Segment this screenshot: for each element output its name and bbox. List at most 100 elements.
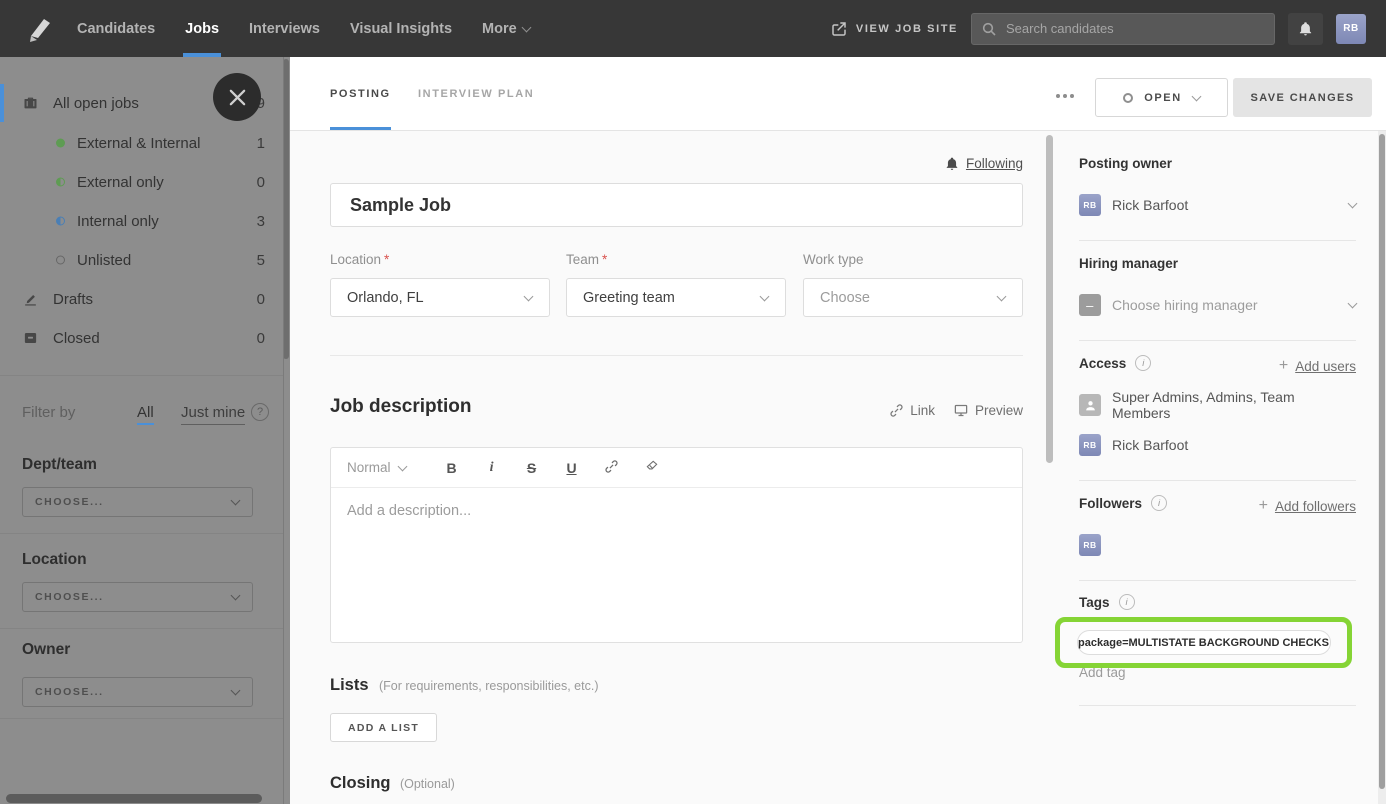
chevron-down-icon xyxy=(230,590,241,601)
bold-button[interactable]: B xyxy=(432,460,472,476)
divider xyxy=(1079,705,1356,706)
view-job-site-button[interactable]: VIEW JOB SITE xyxy=(831,21,958,37)
add-followers-link[interactable]: + Add followers xyxy=(1259,497,1356,515)
empty-avatar: – xyxy=(1079,294,1101,316)
chevron-down-icon xyxy=(1347,298,1358,309)
hiring-manager-select[interactable]: – Choose hiring manager xyxy=(1079,293,1358,317)
divider xyxy=(1079,340,1356,341)
add-a-list-button[interactable]: ADD A LIST xyxy=(330,713,438,742)
owner-filter-label: Owner xyxy=(22,641,71,658)
location-select[interactable]: Orlando, FL xyxy=(330,278,550,317)
search-input[interactable] xyxy=(971,12,1275,45)
job-description-heading: Job description xyxy=(330,396,472,417)
plus-icon: + xyxy=(1278,357,1289,374)
follower-avatar-row: RB xyxy=(1079,533,1356,557)
team-select[interactable]: Greeting team xyxy=(566,278,786,317)
dept-team-select[interactable]: CHOOSE... xyxy=(22,487,253,517)
nav-item-more[interactable]: More xyxy=(467,0,545,57)
avatar: RB xyxy=(1079,434,1101,456)
posting-header: POSTING INTERVIEW PLAN OPEN SAVE CHANGES xyxy=(290,57,1386,131)
divider xyxy=(330,355,1023,356)
primary-nav: Candidates Jobs Interviews Visual Insigh… xyxy=(62,0,545,57)
nav-item-interviews[interactable]: Interviews xyxy=(234,0,335,57)
sidebar-horizontal-scrollbar[interactable] xyxy=(6,794,262,803)
info-icon[interactable]: i xyxy=(1151,495,1168,511)
close-icon xyxy=(229,89,245,105)
description-editor: Normal B i S U Add a description... xyxy=(330,447,1023,643)
location-filter-select[interactable]: CHOOSE... xyxy=(22,582,253,612)
nav-item-visual-insights[interactable]: Visual Insights xyxy=(335,0,467,57)
divider xyxy=(1079,580,1356,581)
page-scrollbar-track xyxy=(1378,131,1386,804)
chevron-down-icon xyxy=(523,291,534,301)
strikethrough-button[interactable]: S xyxy=(512,460,552,476)
clear-formatting-button[interactable] xyxy=(632,459,672,476)
tag-pill[interactable]: package=MULTISTATE BACKGROUND CHECKS xyxy=(1076,630,1331,655)
chain-link-icon xyxy=(605,459,618,473)
sidebar-vertical-scrollbar[interactable] xyxy=(283,59,289,359)
page-scrollbar-thumb[interactable] xyxy=(1379,134,1385,789)
divider xyxy=(1079,480,1356,481)
posting-owner-select[interactable]: RB Rick Barfoot xyxy=(1079,193,1358,217)
avatar: RB xyxy=(1079,194,1101,216)
job-title-input[interactable] xyxy=(330,183,1023,227)
description-textarea[interactable]: Add a description... xyxy=(331,488,1022,642)
avatar[interactable]: RB xyxy=(1079,534,1101,556)
link-button[interactable]: Link xyxy=(889,403,935,418)
more-options-icon[interactable] xyxy=(1056,91,1082,101)
search-box xyxy=(971,12,1275,45)
help-icon[interactable]: ? xyxy=(251,403,269,421)
sidebar-item-unlisted[interactable]: Unlisted 5 xyxy=(0,241,283,279)
jobs-filter-sidebar: All open jobs 9 External & Internal 1 Ex… xyxy=(0,57,290,804)
tab-posting[interactable]: POSTING xyxy=(330,57,391,130)
owner-filter-select[interactable]: CHOOSE... xyxy=(22,677,253,707)
main-scrollbar-thumb[interactable] xyxy=(1046,135,1053,463)
italic-button[interactable]: i xyxy=(472,460,512,476)
save-changes-button[interactable]: SAVE CHANGES xyxy=(1233,78,1372,117)
preview-button[interactable]: Preview xyxy=(953,403,1023,418)
sidebar-item-closed[interactable]: Closed 0 xyxy=(0,319,283,357)
add-users-link[interactable]: + Add users xyxy=(1279,357,1356,375)
archive-box-icon xyxy=(24,333,37,343)
following-toggle[interactable]: Following xyxy=(945,156,1023,171)
paragraph-style-select[interactable]: Normal xyxy=(347,460,407,475)
person-icon xyxy=(1085,400,1095,410)
underline-button[interactable]: U xyxy=(552,460,592,476)
status-ring-icon xyxy=(1123,92,1134,103)
group-avatar xyxy=(1079,394,1101,416)
chevron-down-icon xyxy=(759,291,770,301)
location-label: Location * xyxy=(330,252,390,267)
sidebar-item-external-only[interactable]: External only 0 xyxy=(0,163,283,201)
user-avatar[interactable]: RB xyxy=(1336,13,1366,44)
info-icon[interactable]: i xyxy=(1135,355,1152,371)
required-asterisk: * xyxy=(384,252,390,267)
work-type-select[interactable]: Choose xyxy=(803,278,1023,317)
insert-link-button[interactable] xyxy=(592,459,632,477)
status-dropdown-button[interactable]: OPEN xyxy=(1095,78,1228,117)
filter-all-toggle[interactable]: All xyxy=(137,404,154,425)
nav-right-cluster: VIEW JOB SITE RB xyxy=(831,0,1366,57)
required-asterisk: * xyxy=(602,252,608,267)
info-icon[interactable]: i xyxy=(1118,594,1135,610)
sidebar-item-internal-only[interactable]: Internal only 3 xyxy=(0,202,283,240)
nav-item-candidates[interactable]: Candidates xyxy=(62,0,170,57)
closing-heading: Closing (Optional) xyxy=(330,774,455,792)
close-sidebar-button[interactable] xyxy=(213,73,261,121)
chevron-down-icon xyxy=(521,22,532,32)
access-row-groups: Super Admins, Admins, Team Members xyxy=(1079,389,1356,421)
nav-item-jobs[interactable]: Jobs xyxy=(170,0,234,57)
sidebar-item-drafts[interactable]: Drafts 0 xyxy=(0,280,283,318)
lists-heading: Lists (For requirements, responsibilitie… xyxy=(330,676,599,694)
chevron-down-icon xyxy=(230,685,241,696)
access-row-user: RB Rick Barfoot xyxy=(1079,433,1356,457)
bell-icon xyxy=(1299,22,1312,36)
top-nav-bar: Candidates Jobs Interviews Visual Insigh… xyxy=(0,0,1386,57)
notifications-button[interactable] xyxy=(1288,12,1323,45)
divider xyxy=(0,375,283,376)
sidebar-item-external-internal[interactable]: External & Internal 1 xyxy=(0,124,283,162)
chevron-down-icon xyxy=(230,495,241,506)
work-type-label: Work type xyxy=(803,252,864,267)
filter-just-mine-toggle[interactable]: Just mine xyxy=(181,404,246,425)
lever-logo-icon[interactable] xyxy=(22,13,54,45)
tab-interview-plan[interactable]: INTERVIEW PLAN xyxy=(418,57,534,130)
